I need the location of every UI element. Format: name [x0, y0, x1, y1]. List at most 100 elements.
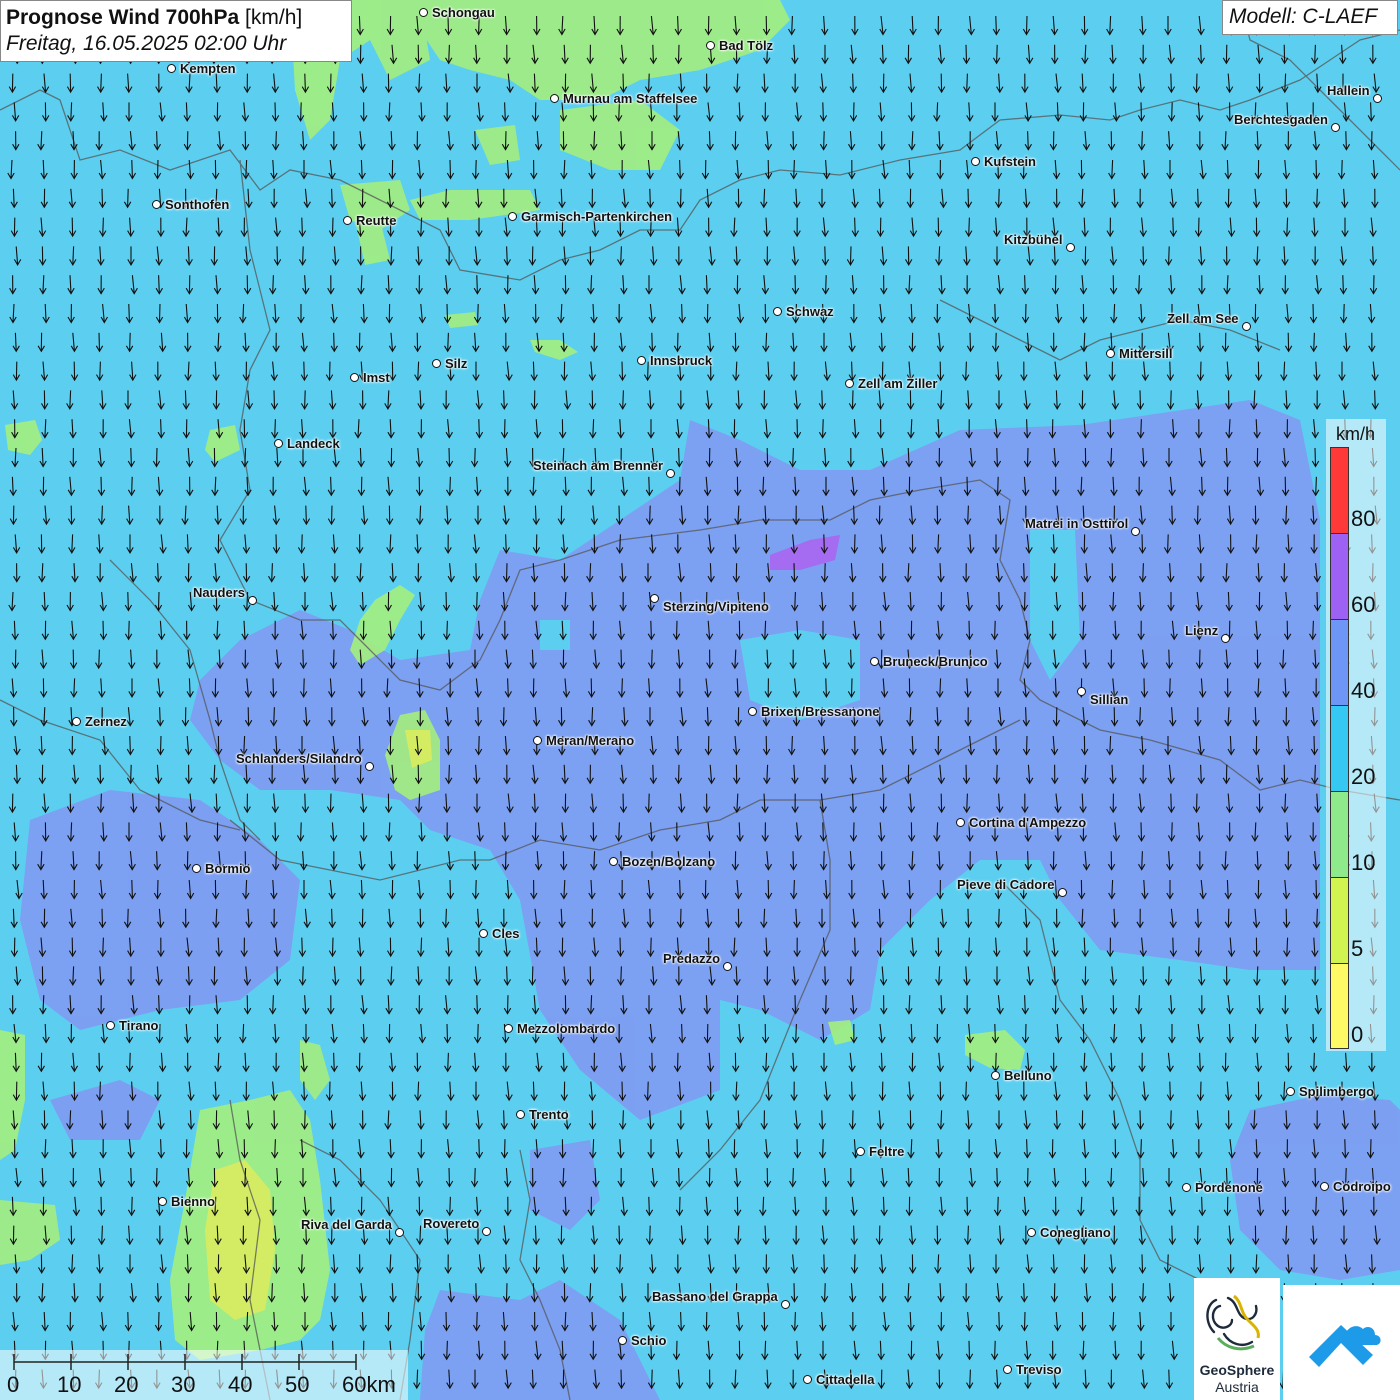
place-marker — [637, 356, 646, 365]
wind-arrow — [622, 1110, 624, 1129]
wind-arrow — [1341, 159, 1343, 179]
wind-arrow — [679, 159, 681, 179]
wind-arrow — [98, 1052, 101, 1071]
place-label: Bozen/Bolzano — [622, 854, 716, 869]
place-label: Meran/Merano — [546, 733, 635, 748]
wind-arrow — [1314, 44, 1316, 63]
wind-arrow — [649, 908, 651, 927]
wind-arrow — [130, 447, 132, 467]
wind-arrow — [677, 15, 679, 35]
place-marker — [1242, 322, 1251, 331]
legend-swatch — [1330, 877, 1349, 963]
place-marker — [158, 1197, 167, 1206]
wind-arrow — [1023, 563, 1025, 582]
wind-arrow — [825, 275, 827, 294]
wind-arrow — [1315, 879, 1318, 899]
wind-arrow — [302, 966, 304, 985]
wind-arrow — [300, 102, 302, 121]
wind-arrow — [274, 822, 277, 841]
wind-arrow — [650, 937, 652, 956]
forecast-datetime: Freitag, 16.05.2025 02:00 Uhr — [6, 32, 287, 55]
place-label: Tirano — [119, 1018, 159, 1033]
wind-arrow — [302, 649, 304, 668]
place-marker — [533, 736, 542, 745]
wind-arrow — [502, 707, 505, 726]
wind-arrow — [995, 332, 997, 351]
place-marker — [504, 1024, 513, 1033]
scale-bar-line — [13, 1354, 357, 1370]
wind-arrow — [1312, 620, 1314, 639]
place-marker — [1066, 243, 1075, 252]
wind-arrow — [506, 275, 509, 294]
wind-arrow — [1201, 476, 1203, 495]
wind-arrow — [1168, 649, 1170, 668]
wind-arrow — [476, 591, 478, 611]
wind-arrow — [793, 159, 795, 179]
wind-arrow — [504, 102, 506, 121]
wind-arrow — [129, 332, 131, 351]
wind-arrow — [331, 937, 334, 956]
wind-arrow — [1142, 1283, 1144, 1302]
wind-arrow — [1138, 275, 1140, 294]
wind-arrow — [1139, 707, 1141, 726]
wind-arrow — [447, 735, 450, 755]
wind-arrow — [823, 851, 825, 870]
place-label: Cittadella — [816, 1372, 875, 1387]
wind-arrow — [1372, 275, 1375, 294]
wind-arrow — [823, 1254, 825, 1273]
wind-arrow — [131, 476, 133, 495]
place-label: Sterzing/Vipiteno — [663, 599, 769, 614]
wind-arrow — [849, 966, 852, 985]
wind-arrow — [1374, 1110, 1376, 1129]
wind-arrow — [160, 1139, 162, 1158]
wind-arrow — [98, 649, 100, 668]
wind-arrow — [1170, 1110, 1172, 1129]
wind-arrow — [853, 1254, 856, 1273]
place-marker — [650, 594, 659, 603]
place-marker — [1373, 94, 1382, 103]
wind-arrow — [966, 793, 968, 812]
geosphere-name: GeoSphere — [1199, 1362, 1275, 1378]
wind-arrow — [301, 534, 303, 553]
wind-arrow — [793, 1283, 796, 1302]
wind-arrow — [334, 764, 336, 783]
place-label: Bienno — [171, 1194, 216, 1209]
wind-arrow — [300, 822, 302, 841]
scale-label: 50 — [285, 1372, 310, 1397]
wind-arrow — [1023, 1283, 1025, 1302]
wind-arrow — [1314, 764, 1316, 783]
wind-arrow — [272, 995, 274, 1014]
place-marker — [1131, 527, 1140, 536]
wind-arrow — [619, 534, 621, 553]
wind-arrow — [330, 505, 333, 524]
place-marker — [152, 200, 161, 209]
wind-arrow — [1026, 1167, 1029, 1187]
wind-arrow — [1025, 735, 1028, 755]
place-marker — [432, 359, 441, 368]
wind-arrow — [1315, 1196, 1317, 1215]
wind-arrow — [675, 1340, 678, 1359]
wind-arrow — [328, 1081, 331, 1100]
wind-arrow — [854, 217, 856, 236]
place-label: Bruneck/Brunico — [883, 654, 988, 669]
wind-arrow — [996, 447, 998, 467]
place-marker — [365, 762, 374, 771]
wind-arrow — [994, 620, 996, 639]
wind-arrow — [1024, 275, 1026, 294]
wind-arrow — [100, 73, 102, 92]
place-marker — [706, 41, 715, 50]
place-label: Reutte — [356, 213, 397, 228]
scale-label: 20 — [114, 1372, 139, 1397]
wind-arrow — [967, 1225, 969, 1244]
wind-arrow — [100, 1196, 103, 1215]
wind-arrow — [156, 879, 159, 899]
wind-arrow — [621, 678, 623, 697]
wind-arrow — [448, 764, 450, 783]
wind-arrow — [679, 879, 681, 899]
place-marker — [479, 929, 488, 938]
wind-arrow — [333, 1052, 335, 1071]
wind-arrow — [825, 678, 827, 697]
wind-arrow — [130, 1167, 132, 1187]
wind-arrow — [792, 851, 795, 870]
wind-arrow — [825, 995, 827, 1014]
